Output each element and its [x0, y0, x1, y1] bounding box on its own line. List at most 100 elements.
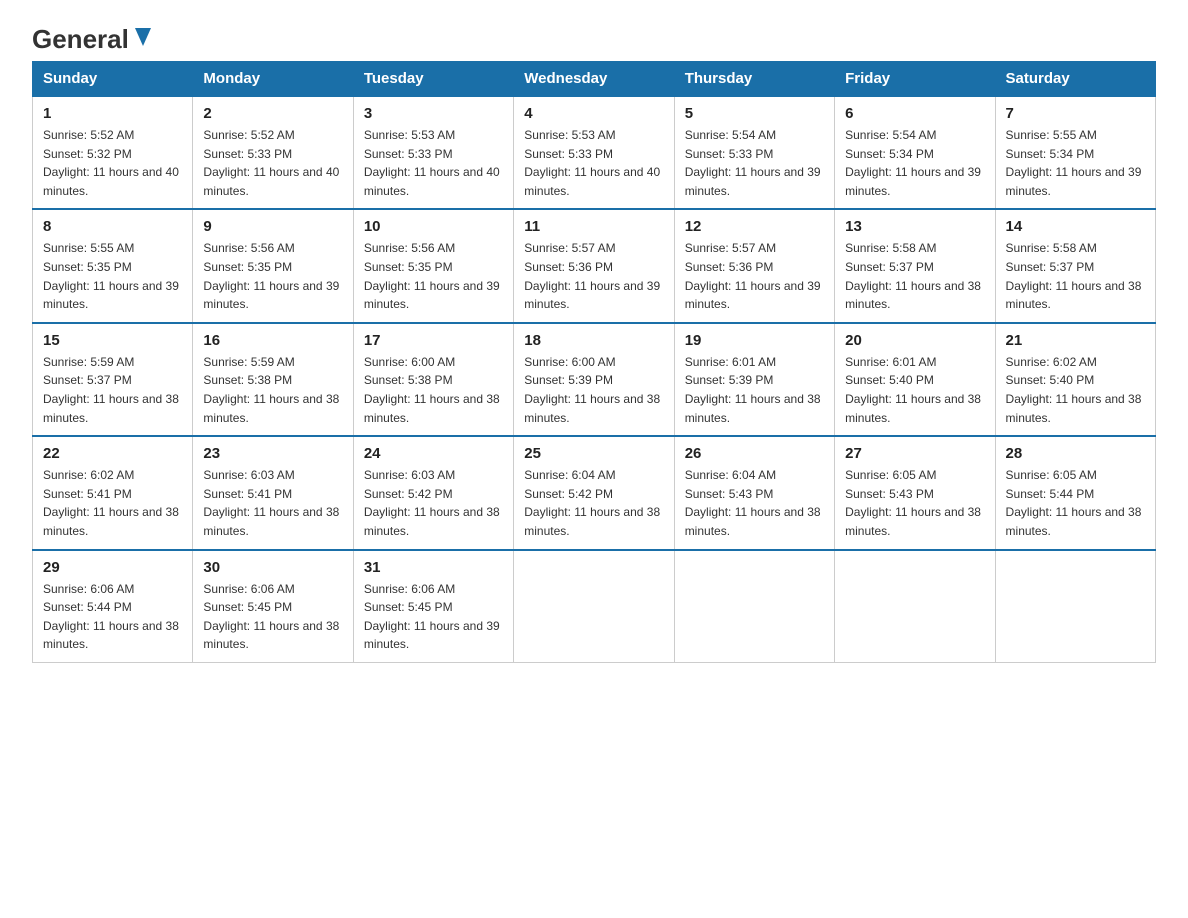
logo-line1: General — [32, 24, 153, 55]
day-number: 22 — [43, 445, 182, 462]
day-info: Sunrise: 5:55 AMSunset: 5:35 PMDaylight:… — [43, 239, 182, 313]
day-info: Sunrise: 6:01 AMSunset: 5:39 PMDaylight:… — [685, 353, 824, 427]
day-info: Sunrise: 5:56 AMSunset: 5:35 PMDaylight:… — [364, 239, 503, 313]
week-row-2: 8 Sunrise: 5:55 AMSunset: 5:35 PMDaylight… — [33, 209, 1156, 322]
day-info: Sunrise: 5:52 AMSunset: 5:33 PMDaylight:… — [203, 126, 342, 200]
day-info: Sunrise: 5:54 AMSunset: 5:33 PMDaylight:… — [685, 126, 824, 200]
day-number: 20 — [845, 332, 984, 349]
day-number: 25 — [524, 445, 663, 462]
day-number: 28 — [1006, 445, 1145, 462]
calendar-cell: 13 Sunrise: 5:58 AMSunset: 5:37 PMDayligh… — [835, 209, 995, 322]
day-number: 16 — [203, 332, 342, 349]
day-number: 1 — [43, 105, 182, 122]
week-row-5: 29 Sunrise: 6:06 AMSunset: 5:44 PMDayligh… — [33, 550, 1156, 663]
calendar-cell — [514, 550, 674, 663]
day-info: Sunrise: 5:58 AMSunset: 5:37 PMDaylight:… — [845, 239, 984, 313]
day-info: Sunrise: 5:53 AMSunset: 5:33 PMDaylight:… — [364, 126, 503, 200]
day-number: 24 — [364, 445, 503, 462]
day-number: 17 — [364, 332, 503, 349]
calendar-cell — [835, 550, 995, 663]
day-info: Sunrise: 6:06 AMSunset: 5:44 PMDaylight:… — [43, 580, 182, 654]
day-number: 7 — [1006, 105, 1145, 122]
calendar-cell: 27 Sunrise: 6:05 AMSunset: 5:43 PMDayligh… — [835, 436, 995, 549]
calendar-cell: 31 Sunrise: 6:06 AMSunset: 5:45 PMDayligh… — [353, 550, 513, 663]
week-row-4: 22 Sunrise: 6:02 AMSunset: 5:41 PMDayligh… — [33, 436, 1156, 549]
calendar-cell: 10 Sunrise: 5:56 AMSunset: 5:35 PMDayligh… — [353, 209, 513, 322]
day-info: Sunrise: 6:02 AMSunset: 5:41 PMDaylight:… — [43, 466, 182, 540]
calendar-cell: 24 Sunrise: 6:03 AMSunset: 5:42 PMDayligh… — [353, 436, 513, 549]
day-number: 9 — [203, 218, 342, 235]
day-info: Sunrise: 6:05 AMSunset: 5:43 PMDaylight:… — [845, 466, 984, 540]
day-info: Sunrise: 5:57 AMSunset: 5:36 PMDaylight:… — [524, 239, 663, 313]
calendar-cell: 16 Sunrise: 5:59 AMSunset: 5:38 PMDayligh… — [193, 323, 353, 436]
day-number: 15 — [43, 332, 182, 349]
day-number: 2 — [203, 105, 342, 122]
logo: General — [32, 24, 153, 49]
day-number: 8 — [43, 218, 182, 235]
calendar-cell: 11 Sunrise: 5:57 AMSunset: 5:36 PMDayligh… — [514, 209, 674, 322]
weekday-header-saturday: Saturday — [995, 62, 1155, 97]
calendar-cell: 5 Sunrise: 5:54 AMSunset: 5:33 PMDaylight… — [674, 96, 834, 209]
day-info: Sunrise: 6:04 AMSunset: 5:42 PMDaylight:… — [524, 466, 663, 540]
day-info: Sunrise: 6:01 AMSunset: 5:40 PMDaylight:… — [845, 353, 984, 427]
calendar-cell — [674, 550, 834, 663]
day-info: Sunrise: 5:55 AMSunset: 5:34 PMDaylight:… — [1006, 126, 1145, 200]
day-info: Sunrise: 6:06 AMSunset: 5:45 PMDaylight:… — [203, 580, 342, 654]
calendar-cell: 30Sunrise: 6:06 AMSunset: 5:45 PMDayligh… — [193, 550, 353, 663]
calendar-cell: 21Sunrise: 6:02 AMSunset: 5:40 PMDayligh… — [995, 323, 1155, 436]
day-number: 10 — [364, 218, 503, 235]
day-number: 14 — [1006, 218, 1145, 235]
calendar-cell: 28Sunrise: 6:05 AMSunset: 5:44 PMDayligh… — [995, 436, 1155, 549]
day-info: Sunrise: 5:58 AMSunset: 5:37 PMDaylight:… — [1006, 239, 1145, 313]
calendar-cell: 25 Sunrise: 6:04 AMSunset: 5:42 PMDayligh… — [514, 436, 674, 549]
weekday-header-friday: Friday — [835, 62, 995, 97]
calendar-cell: 6 Sunrise: 5:54 AMSunset: 5:34 PMDaylight… — [835, 96, 995, 209]
day-info: Sunrise: 6:06 AMSunset: 5:45 PMDaylight:… — [364, 580, 503, 654]
day-info: Sunrise: 5:57 AMSunset: 5:36 PMDaylight:… — [685, 239, 824, 313]
calendar-cell: 26Sunrise: 6:04 AMSunset: 5:43 PMDayligh… — [674, 436, 834, 549]
calendar-cell: 4 Sunrise: 5:53 AMSunset: 5:33 PMDaylight… — [514, 96, 674, 209]
week-row-3: 15 Sunrise: 5:59 AMSunset: 5:37 PMDayligh… — [33, 323, 1156, 436]
weekday-header-monday: Monday — [193, 62, 353, 97]
day-number: 13 — [845, 218, 984, 235]
calendar-cell: 23Sunrise: 6:03 AMSunset: 5:41 PMDayligh… — [193, 436, 353, 549]
weekday-header-sunday: Sunday — [33, 62, 193, 97]
page-header: General — [32, 24, 1156, 49]
day-info: Sunrise: 5:52 AMSunset: 5:32 PMDaylight:… — [43, 126, 182, 200]
day-info: Sunrise: 5:56 AMSunset: 5:35 PMDaylight:… — [203, 239, 342, 313]
weekday-header-wednesday: Wednesday — [514, 62, 674, 97]
day-info: Sunrise: 6:00 AMSunset: 5:39 PMDaylight:… — [524, 353, 663, 427]
day-number: 6 — [845, 105, 984, 122]
weekday-header-tuesday: Tuesday — [353, 62, 513, 97]
calendar-cell: 3Sunrise: 5:53 AMSunset: 5:33 PMDaylight… — [353, 96, 513, 209]
calendar-cell: 22 Sunrise: 6:02 AMSunset: 5:41 PMDayligh… — [33, 436, 193, 549]
day-number: 27 — [845, 445, 984, 462]
day-number: 29 — [43, 559, 182, 576]
day-info: Sunrise: 5:59 AMSunset: 5:37 PMDaylight:… — [43, 353, 182, 427]
calendar-cell: 8 Sunrise: 5:55 AMSunset: 5:35 PMDaylight… — [33, 209, 193, 322]
day-number: 12 — [685, 218, 824, 235]
weekday-header-row: SundayMondayTuesdayWednesdayThursdayFrid… — [33, 62, 1156, 97]
day-number: 11 — [524, 218, 663, 235]
calendar-cell: 7 Sunrise: 5:55 AMSunset: 5:34 PMDaylight… — [995, 96, 1155, 209]
day-info: Sunrise: 6:03 AMSunset: 5:42 PMDaylight:… — [364, 466, 503, 540]
day-info: Sunrise: 5:53 AMSunset: 5:33 PMDaylight:… — [524, 126, 663, 200]
calendar-cell: 14 Sunrise: 5:58 AMSunset: 5:37 PMDayligh… — [995, 209, 1155, 322]
day-number: 21 — [1006, 332, 1145, 349]
calendar-cell: 29 Sunrise: 6:06 AMSunset: 5:44 PMDayligh… — [33, 550, 193, 663]
day-info: Sunrise: 6:04 AMSunset: 5:43 PMDaylight:… — [685, 466, 824, 540]
day-info: Sunrise: 5:59 AMSunset: 5:38 PMDaylight:… — [203, 353, 342, 427]
calendar-cell: 2 Sunrise: 5:52 AMSunset: 5:33 PMDaylight… — [193, 96, 353, 209]
calendar-cell: 20 Sunrise: 6:01 AMSunset: 5:40 PMDayligh… — [835, 323, 995, 436]
day-info: Sunrise: 5:54 AMSunset: 5:34 PMDaylight:… — [845, 126, 984, 200]
calendar-table: SundayMondayTuesdayWednesdayThursdayFrid… — [32, 61, 1156, 663]
day-number: 4 — [524, 105, 663, 122]
day-number: 18 — [524, 332, 663, 349]
day-info: Sunrise: 6:03 AMSunset: 5:41 PMDaylight:… — [203, 466, 342, 540]
day-number: 5 — [685, 105, 824, 122]
day-info: Sunrise: 6:00 AMSunset: 5:38 PMDaylight:… — [364, 353, 503, 427]
week-row-1: 1 Sunrise: 5:52 AMSunset: 5:32 PMDaylight… — [33, 96, 1156, 209]
day-number: 19 — [685, 332, 824, 349]
logo-arrow-icon — [133, 26, 153, 53]
day-number: 31 — [364, 559, 503, 576]
